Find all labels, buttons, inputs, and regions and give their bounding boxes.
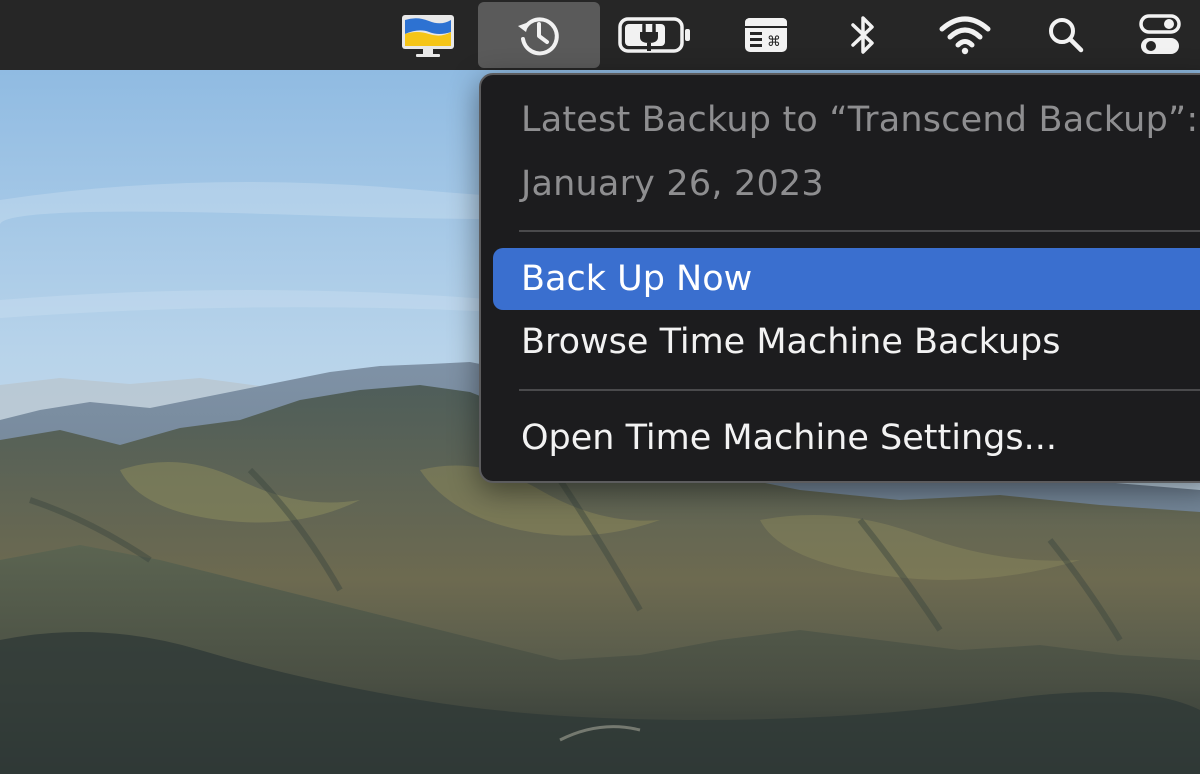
time-machine-clock-icon	[518, 17, 559, 56]
command-window-icon: ⌘	[745, 18, 787, 52]
open-settings-menu-item[interactable]: Open Time Machine Settings...	[493, 407, 1200, 469]
open-settings-label: Open Time Machine Settings...	[521, 418, 1057, 458]
desktop: ⌘ Latest Backup to “Transcend Backup”: J…	[0, 0, 1200, 774]
search-icon	[1049, 18, 1084, 53]
menubar-item-battery[interactable]	[612, 0, 698, 70]
browse-backups-label: Browse Time Machine Backups	[521, 322, 1061, 362]
control-center-toggle-icon	[1139, 14, 1181, 54]
menu-bar: ⌘	[0, 0, 1200, 70]
menubar-item-ukraine-monitor[interactable]	[390, 0, 466, 70]
menubar-item-control-center[interactable]	[1130, 0, 1190, 70]
menubar-item-time-machine[interactable]	[478, 2, 600, 68]
menubar-item-wifi[interactable]	[930, 0, 1000, 70]
latest-backup-date: January 26, 2023	[521, 164, 824, 204]
menubar-item-spotlight[interactable]	[1038, 0, 1094, 70]
wifi-icon	[939, 16, 991, 55]
browse-backups-menu-item[interactable]: Browse Time Machine Backups	[493, 311, 1200, 373]
menubar-item-keyboard-shortcuts[interactable]: ⌘	[730, 0, 802, 70]
menu-separator	[519, 389, 1200, 391]
latest-backup-label: Latest Backup to “Transcend Backup”:	[521, 100, 1199, 140]
battery-charging-icon	[618, 17, 690, 53]
back-up-now-menu-item[interactable]: Back Up Now	[493, 248, 1200, 310]
svg-text:⌘: ⌘	[767, 34, 781, 50]
menu-separator	[519, 230, 1200, 232]
time-machine-menu: Latest Backup to “Transcend Backup”: Jan…	[479, 73, 1200, 483]
menubar-item-bluetooth[interactable]	[838, 0, 888, 70]
back-up-now-label: Back Up Now	[521, 259, 753, 299]
ukraine-flag-display-icon	[402, 15, 454, 57]
bluetooth-icon	[851, 16, 874, 54]
